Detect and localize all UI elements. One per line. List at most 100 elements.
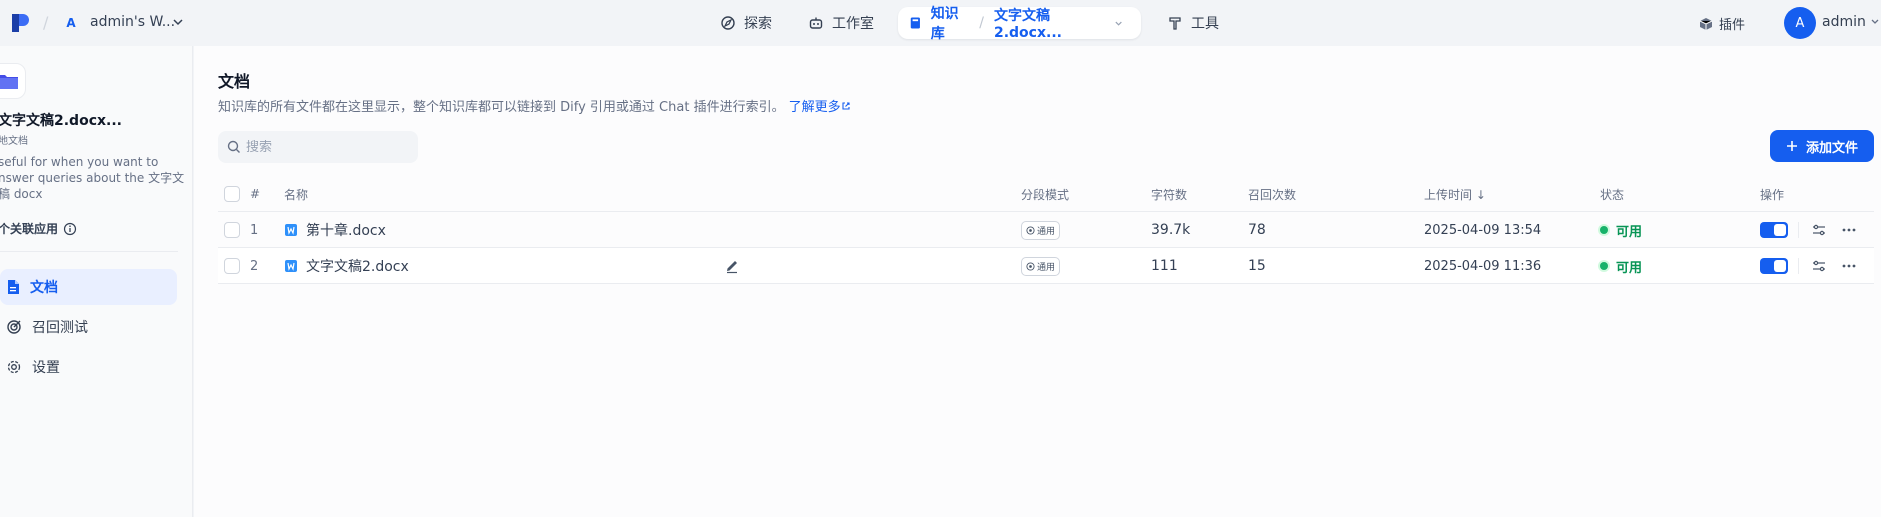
learn-more-link[interactable]: 了解更多 [789,100,851,115]
learn-more-label: 了解更多 [788,100,841,115]
status-badge: 可用 [1600,257,1642,276]
dataset-source: 地文档 [0,136,28,147]
mode-badge-label: 通用 [1037,226,1056,237]
upload-time: 2025-04-09 13:54 [1424,222,1542,238]
workspace-switcher[interactable]: admin's W... [90,14,175,30]
documents-table: # 名称 分段模式 字符数 召回次数 上传时间 ↓ 状态 操作 1 第十章.do… [218,176,1874,284]
table-row[interactable]: 1 第十章.docx 通用 39.7k 78 2025-04-09 13:54 … [218,212,1874,248]
document-name-label: 第十章.docx [306,223,386,239]
sidebar-divider [0,251,178,252]
add-file-label: 添加文件 [1805,140,1858,156]
recall-count: 15 [1248,258,1266,274]
app-logo-icon[interactable] [12,12,30,34]
sidebar-item-label: 文档 [30,280,58,296]
upload-time: 2025-04-09 11:36 [1424,258,1542,274]
linked-apps-label: 个关联应用 [0,222,59,236]
linked-apps: 个关联应用 [0,220,77,237]
page-title: 文档 [218,72,251,91]
plugins-button[interactable]: 插件 [1699,14,1745,33]
breadcrumb-divider: / [979,15,984,31]
row-checkbox[interactable] [224,222,240,238]
mode-badge-label: 通用 [1037,262,1056,273]
nav-knowledge[interactable]: 知识库 / 文字文稿2.docx... [898,5,1141,42]
column-header-mode: 分段模式 [1021,187,1070,202]
chevron-down-icon[interactable] [172,14,184,30]
recall-count: 78 [1248,222,1266,238]
nav-tools[interactable]: 工具 [1157,7,1229,39]
edit-pencil-icon[interactable] [724,258,740,274]
top-bar: / A admin's W... 探索 工作室 知识库 / 文字文稿2.docx… [0,0,1881,46]
dataset-sidebar: 文字文稿2.docx... 地文档 seful for when you wan… [0,46,193,517]
more-icon [1842,228,1856,232]
ops-divider [1798,258,1799,274]
word-doc-icon [285,224,297,236]
document-name-label: 文字文稿2.docx [306,259,409,275]
dataset-title: 文字文稿2.docx... [0,113,122,129]
avatar[interactable]: A [1784,7,1816,39]
book-icon [910,17,920,29]
enable-toggle[interactable] [1760,222,1788,238]
enable-toggle[interactable] [1760,258,1788,274]
status-dot [1600,262,1608,270]
document-icon [8,280,19,294]
settings-sliders-button[interactable] [1809,220,1829,240]
sidebar-item-label: 召回测试 [32,320,88,336]
sidebar-item-settings[interactable]: 设置 [0,349,177,385]
user-menu[interactable]: admin [1822,14,1866,30]
search-box[interactable] [218,131,418,163]
hammer-icon [1169,17,1181,30]
general-mode-icon [1026,225,1035,235]
chevron-down-icon[interactable] [1114,18,1123,28]
char-count: 111 [1151,258,1178,274]
table-header: # 名称 分段模式 字符数 召回次数 上传时间 ↓ 状态 操作 [218,176,1874,212]
compass-icon [721,16,735,30]
sidebar-item-documents[interactable]: 文档 [0,269,177,305]
nav-explore-label: 探索 [744,16,772,32]
nav-explore[interactable]: 探索 [710,7,782,39]
plus-icon [1786,141,1797,151]
nav-studio-label: 工作室 [832,16,874,32]
column-header-chars: 字符数 [1151,187,1188,202]
current-dataset-switcher[interactable]: 文字文稿2.docx... [994,5,1108,41]
workspace-badge: A [66,16,76,30]
word-doc-icon [285,260,297,272]
chevron-down-icon[interactable] [1870,16,1880,26]
column-header-upload-time[interactable]: 上传时间 ↓ [1424,176,1486,212]
external-link-icon [842,102,850,110]
sidebar-item-label: 设置 [32,360,60,376]
dataset-description: seful for when you want to nswer queries… [0,155,185,201]
mode-badge: 通用 [1021,220,1061,240]
search-input[interactable] [246,139,406,155]
column-header-recall: 召回次数 [1248,187,1297,202]
nav-studio[interactable]: 工作室 [798,7,884,39]
status-label: 可用 [1616,224,1643,240]
sliders-icon [1813,224,1825,236]
row-num: 2 [250,258,259,274]
more-options-button[interactable] [1839,220,1859,240]
sidebar-item-recall-test[interactable]: 召回测试 [0,309,177,345]
info-icon[interactable] [63,222,77,236]
sliders-icon [1813,260,1825,272]
status-badge: 可用 [1600,221,1642,240]
nav-knowledge-label: 知识库 [930,6,959,42]
general-mode-icon [1026,261,1035,271]
breadcrumb-divider: / [43,13,49,32]
row-checkbox[interactable] [224,258,240,274]
column-header-name: 名称 [284,187,309,202]
select-all-checkbox[interactable] [224,186,240,202]
ops-divider [1798,222,1799,238]
status-dot [1600,226,1608,234]
table-row[interactable]: 2 文字文稿2.docx 通用 111 15 2025-04-09 11:36 … [218,248,1874,284]
document-name[interactable]: 文字文稿2.docx [284,248,409,284]
more-options-button[interactable] [1839,256,1859,276]
folder-icon [0,75,18,89]
settings-sliders-button[interactable] [1809,256,1829,276]
target-icon [7,320,21,334]
page-description-text: 知识库的所有文件都在这里显示，整个知识库都可以链接到 Dify 引用或通过 Ch… [218,100,785,115]
status-label: 可用 [1616,260,1643,276]
cube-icon [1699,17,1713,30]
row-num: 1 [250,222,259,238]
document-name[interactable]: 第十章.docx [284,212,386,248]
page-description: 知识库的所有文件都在这里显示，整个知识库都可以链接到 Dify 引用或通过 Ch… [218,96,851,115]
add-file-button[interactable]: 添加文件 [1770,130,1874,162]
